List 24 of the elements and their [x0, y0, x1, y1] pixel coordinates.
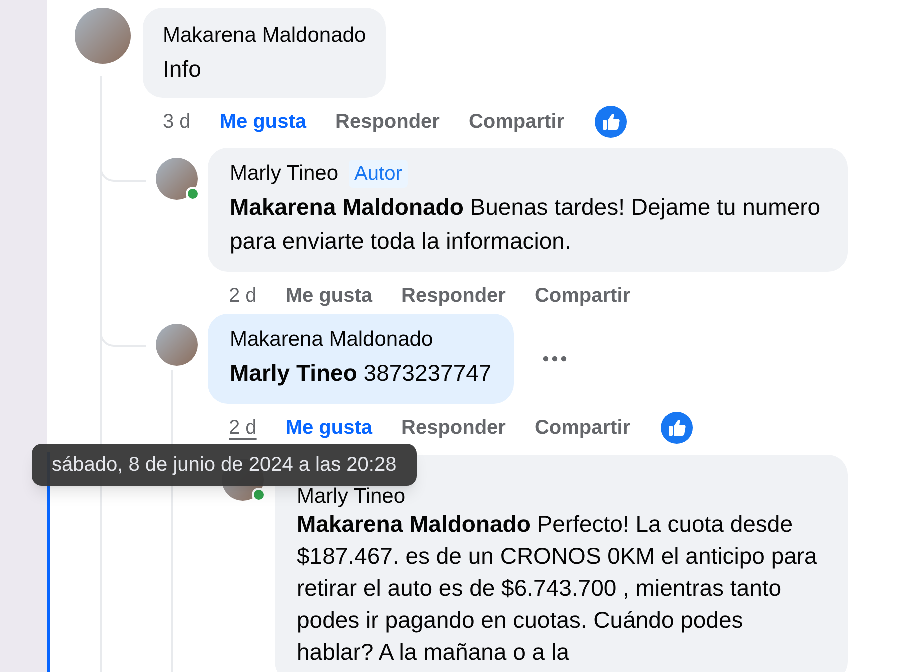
comment-text: Makarena Maldonado Buenas tardes! Dejame tu numero para enviarte toda la informacion. — [230, 193, 822, 256]
comment-text: Info — [163, 55, 202, 84]
comment-text: Marly Tineo 3873237747 — [230, 359, 492, 388]
author-name[interactable]: Marly Tineo — [297, 486, 406, 508]
share-button[interactable]: Compartir — [468, 107, 565, 137]
like-button[interactable]: Me gusta — [286, 413, 372, 443]
comment-text: Makarena Maldonado Perfecto! La cuota desde $187.467. es de un CRONOS 0KM el anticipo para retirar el auto es de $6.743.700 , mientras tanto podes ir pagando en cuotas. Cuándo podes hablar? A la mañana o a la — [297, 510, 818, 667]
author-badge: Autor — [348, 160, 408, 188]
share-button[interactable]: Compartir — [534, 281, 631, 311]
timestamp-link[interactable]: 3 d — [163, 107, 191, 137]
timestamp-link[interactable]: 2 d — [229, 281, 257, 311]
reply-button[interactable]: Responder — [402, 413, 506, 443]
reply-button[interactable]: Responder — [336, 107, 440, 137]
author-name[interactable]: Marly Tineo — [230, 160, 339, 188]
avatar-photo-placeholder[interactable] — [156, 158, 198, 200]
author-name[interactable]: Makarena Maldonado — [230, 326, 434, 354]
like-button[interactable]: Me gusta — [220, 107, 306, 137]
like-button[interactable]: Me gusta — [286, 281, 372, 311]
share-button[interactable]: Compartir — [534, 413, 631, 443]
date-tooltip: sábado, 8 de junio de 2024 a las 20:28 — [32, 444, 417, 486]
reply-button[interactable]: Responder — [402, 281, 506, 311]
avatar-photo-placeholder[interactable] — [156, 324, 198, 366]
author-name[interactable]: Makarena Maldonado — [163, 22, 366, 50]
timestamp-link[interactable]: 2 d — [229, 413, 257, 443]
